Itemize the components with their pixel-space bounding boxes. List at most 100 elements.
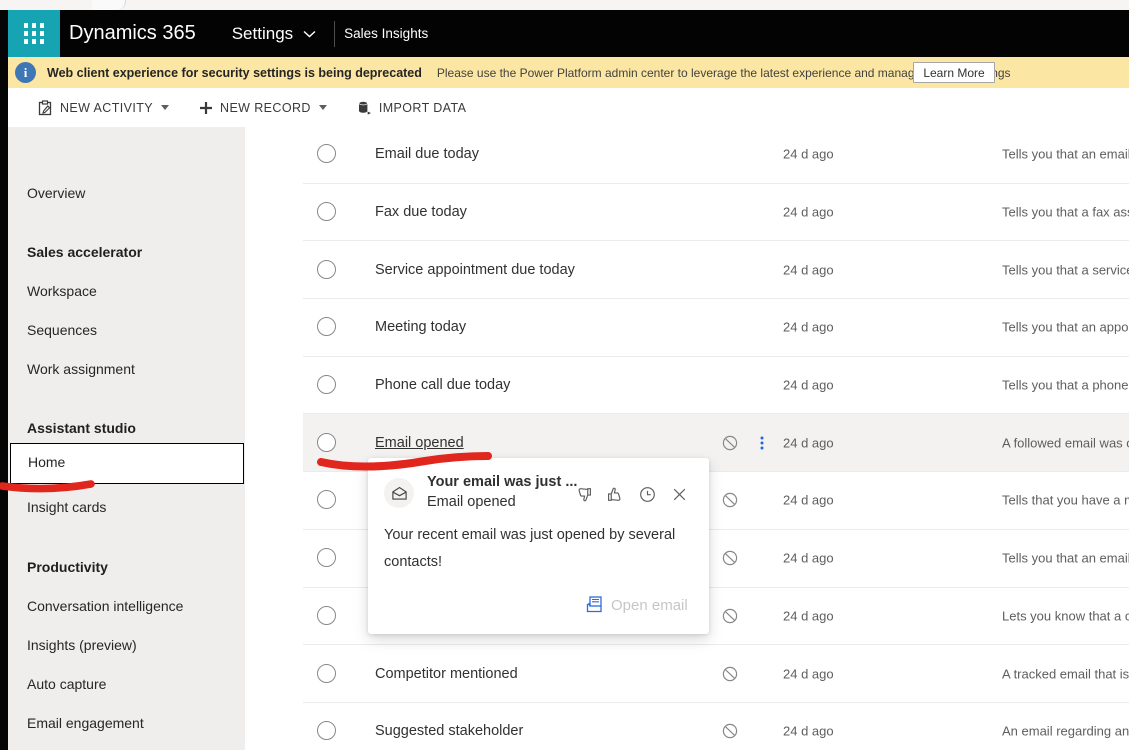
blocked-icon [722,550,738,566]
blocked-icon [722,724,738,739]
sidebar: Overview Sales accelerator Workspace Seq… [8,127,245,750]
row-radio[interactable] [317,663,336,683]
row-radio[interactable] [317,202,336,222]
row-title[interactable]: Service appointment due today [375,262,575,278]
command-bar: NEW ACTIVITY NEW RECORD IMPORT DATA [8,88,1129,127]
sidebar-header-assistant-studio: Assistant studio [27,420,136,436]
app-name: Sales Insights [344,26,429,41]
kebab-menu-icon[interactable] [760,436,764,450]
row-timestamp: 24 d ago [783,492,834,508]
row-timestamp: 24 d ago [783,666,834,682]
table-row[interactable]: Suggested stakeholder 24 d ago An email … [303,702,1129,750]
thumbs-down-icon[interactable] [575,486,592,503]
waffle-icon [23,23,45,44]
header-divider [334,20,336,47]
sidebar-item-conversation-intelligence[interactable]: Conversation intelligence [27,596,183,616]
table-row[interactable]: Service appointment due today 24 d ago T… [303,241,1129,300]
plus-icon [199,101,213,115]
row-description: Tells you that an email a [1002,146,1129,162]
row-description: Tells you that an appoin [1002,319,1129,335]
row-description: Lets you know that a op [1002,608,1129,624]
blocked-icon [722,493,738,508]
row-description: Tells you that a service a [1002,262,1129,278]
row-radio[interactable] [317,259,336,279]
row-radio[interactable] [317,721,336,741]
row-title[interactable]: Fax due today [375,204,467,220]
close-icon[interactable] [671,486,688,503]
area-switcher[interactable]: Settings [232,24,293,44]
app-header: Dynamics 365 Settings Sales Insights [0,10,1129,57]
row-timestamp: 24 d ago [783,146,834,162]
sidebar-item-workspace[interactable]: Workspace [27,281,97,301]
new-record-command[interactable]: NEW RECORD [199,101,327,115]
table-row[interactable]: Competitor mentioned 24 d ago A tracked … [303,645,1129,703]
browser-tab-remnant [92,0,126,10]
avatar [384,478,414,508]
sidebar-header-productivity: Productivity [27,559,108,575]
row-radio[interactable] [317,490,336,510]
window-edge-strip [0,10,8,750]
popup-title: Your email was just ... [427,474,578,490]
row-radio[interactable] [317,548,336,568]
open-email-icon [586,596,602,613]
learn-more-button[interactable]: Learn More [913,62,995,83]
blocked-icon [722,608,738,624]
new-activity-label: NEW ACTIVITY [60,100,154,115]
row-title-link[interactable]: Email opened [375,435,464,451]
row-radio[interactable] [317,432,336,452]
open-envelope-icon [391,486,407,500]
snooze-clock-icon[interactable] [639,486,656,503]
table-row[interactable]: Fax due today 24 d ago Tells you that a … [303,183,1129,242]
popup-subtitle: Email opened [427,494,516,510]
table-row[interactable]: Phone call due today 24 d ago Tells you … [303,356,1129,415]
row-timestamp: 24 d ago [783,204,834,220]
row-radio[interactable] [317,605,336,625]
new-activity-command[interactable]: NEW ACTIVITY [38,99,170,116]
sidebar-item-overview[interactable]: Overview [27,183,85,203]
chevron-down-icon [161,105,170,110]
sidebar-item-sequences[interactable]: Sequences [27,320,97,340]
sidebar-item-home[interactable]: Home [10,443,244,484]
insight-card-preview: Your email was just ... Email opened You… [368,458,709,634]
row-title[interactable]: Suggested stakeholder [375,723,523,739]
app-launcher-button[interactable] [8,10,60,57]
row-description: Tells you that a phone c [1002,377,1129,393]
sidebar-header-sales-accelerator: Sales accelerator [27,244,143,260]
thumbs-up-icon[interactable] [607,486,624,503]
row-timestamp: 24 d ago [783,262,834,278]
insight-card-list: Email due today 24 d ago Tells you that … [303,126,1129,750]
import-data-label: IMPORT DATA [378,100,467,115]
table-row[interactable]: Email due today 24 d ago Tells you that … [303,126,1129,184]
import-data-command[interactable]: IMPORT DATA [357,100,467,116]
table-row[interactable]: Meeting today 24 d ago Tells you that an… [303,299,1129,357]
info-icon: i [15,62,36,83]
row-description: Tells you that a fax assig [1002,204,1129,220]
row-title[interactable]: Phone call due today [375,377,510,393]
row-title[interactable]: Competitor mentioned [375,666,518,682]
sidebar-item-insights-preview[interactable]: Insights (preview) [27,635,137,655]
row-description: Tells that you have a me [1002,492,1129,508]
row-timestamp: 24 d ago [783,723,834,739]
sidebar-item-work-assignment[interactable]: Work assignment [27,359,135,379]
sidebar-item-email-engagement[interactable]: Email engagement [27,713,144,733]
row-title[interactable]: Meeting today [375,319,466,335]
row-timestamp: 24 d ago [783,377,834,393]
sidebar-item-home-label: Home [28,454,66,470]
banner-title: Web client experience for security setti… [47,65,422,80]
open-email-button[interactable]: Open email [611,597,688,614]
row-title[interactable]: Email due today [375,146,479,162]
row-radio[interactable] [317,144,336,164]
sidebar-item-auto-capture[interactable]: Auto capture [27,674,106,694]
clipboard-pencil-icon [38,99,53,116]
chevron-down-icon [318,105,327,110]
database-import-icon [357,100,372,116]
blocked-icon [722,666,738,681]
blocked-icon [722,435,738,450]
browser-edge-strip [0,0,1129,10]
chevron-down-icon[interactable] [303,30,316,38]
row-description: An email regarding an o [1002,723,1129,739]
row-radio[interactable] [317,375,336,395]
new-record-label: NEW RECORD [220,100,311,115]
row-radio[interactable] [317,317,336,337]
sidebar-item-insight-cards[interactable]: Insight cards [27,497,106,517]
